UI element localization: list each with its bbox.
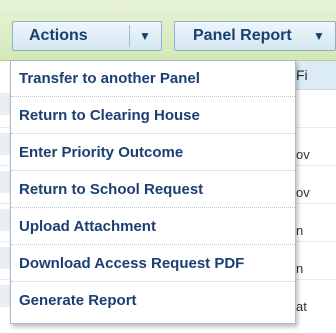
chevron-down-icon[interactable]: ▼ xyxy=(139,22,151,50)
menu-item-enter-priority-outcome[interactable]: Enter Priority Outcome xyxy=(11,135,295,171)
actions-button-divider xyxy=(129,25,130,47)
actions-button[interactable]: Actions ▼ xyxy=(12,21,162,51)
table-cell: at xyxy=(296,299,307,314)
chevron-down-icon[interactable]: ▼ xyxy=(313,22,325,50)
table-cell: n xyxy=(296,261,304,276)
table-cell: ov xyxy=(296,185,310,200)
menu-item-return-to-clearing-house[interactable]: Return to Clearing House xyxy=(11,98,295,134)
table-column-header-label: Fi xyxy=(296,67,308,83)
toolbar: Actions ▼ Panel Report ▼ xyxy=(0,0,336,61)
menu-item-generate-report[interactable]: Generate Report xyxy=(11,283,295,319)
actions-dropdown-menu: Transfer to another Panel Return to Clea… xyxy=(10,60,296,324)
table-cell: ov xyxy=(296,147,310,162)
table-column-header[interactable]: Fi xyxy=(290,61,336,90)
table-cell: n xyxy=(296,223,304,238)
app-stage: Actions ▼ Panel Report ▼ Fi ov ov n n at… xyxy=(0,0,336,333)
panel-report-button[interactable]: Panel Report ▼ xyxy=(174,21,336,51)
menu-item-return-to-school-request[interactable]: Return to School Request xyxy=(11,172,295,208)
menu-item-upload-attachment[interactable]: Upload Attachment xyxy=(11,209,295,245)
actions-button-label: Actions xyxy=(29,27,88,44)
panel-report-button-label: Panel Report xyxy=(193,27,292,44)
menu-item-download-access-request-pdf[interactable]: Download Access Request PDF xyxy=(11,246,295,282)
menu-item-transfer-to-another-panel[interactable]: Transfer to another Panel xyxy=(11,61,295,97)
